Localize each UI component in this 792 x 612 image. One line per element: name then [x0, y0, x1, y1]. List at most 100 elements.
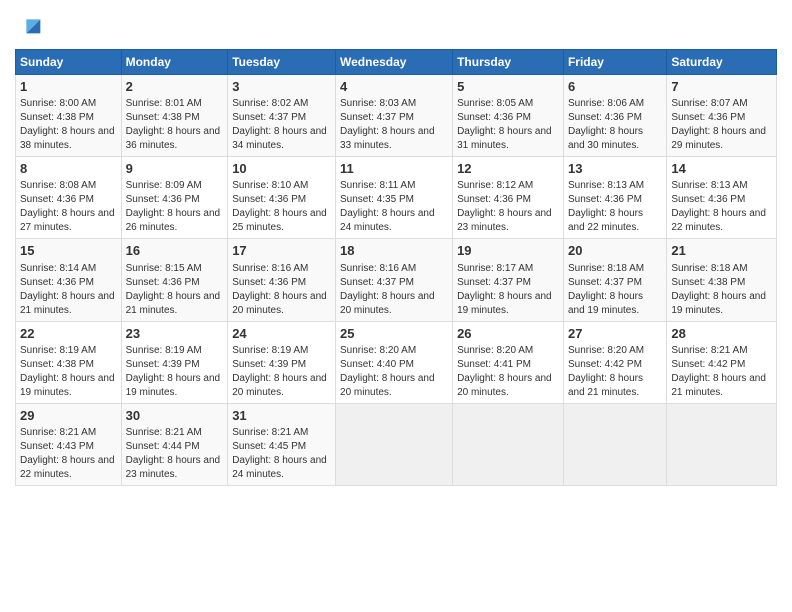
daylight-text: Daylight: 8 hours and 24 minutes. — [232, 455, 327, 480]
day-header-tuesday: Tuesday — [228, 50, 336, 75]
calendar-cell: 27Sunrise: 8:20 AMSunset: 4:42 PMDayligh… — [563, 321, 666, 403]
daylight-text: Daylight: 8 hours and 19 minutes. — [457, 291, 552, 316]
calendar-cell: 2Sunrise: 8:01 AMSunset: 4:38 PMDaylight… — [121, 75, 228, 157]
day-number: 7 — [671, 78, 772, 96]
sunrise-text: Sunrise: 8:15 AM — [126, 263, 202, 274]
sunrise-text: Sunrise: 8:11 AM — [340, 180, 415, 191]
calendar-cell: 10Sunrise: 8:10 AMSunset: 4:36 PMDayligh… — [228, 157, 336, 239]
daylight-text: Daylight: 8 hours and 36 minutes. — [126, 126, 221, 151]
calendar-cell: 21Sunrise: 8:18 AMSunset: 4:38 PMDayligh… — [667, 239, 777, 321]
calendar-cell: 24Sunrise: 8:19 AMSunset: 4:39 PMDayligh… — [228, 321, 336, 403]
calendar-cell: 11Sunrise: 8:11 AMSunset: 4:35 PMDayligh… — [336, 157, 453, 239]
calendar-cell — [667, 403, 777, 485]
sunset-text: Sunset: 4:36 PM — [126, 277, 200, 288]
sunset-text: Sunset: 4:37 PM — [340, 277, 414, 288]
sunrise-text: Sunrise: 8:06 AM — [568, 98, 644, 109]
sunrise-text: Sunrise: 8:10 AM — [232, 180, 308, 191]
daylight-text: Daylight: 8 hours and 26 minutes. — [126, 208, 221, 233]
day-number: 21 — [671, 242, 772, 260]
calendar-cell — [563, 403, 666, 485]
sunrise-text: Sunrise: 8:21 AM — [126, 427, 202, 438]
day-number: 29 — [20, 407, 117, 425]
daylight-text: Daylight: 8 hours and 20 minutes. — [340, 291, 435, 316]
calendar-table: SundayMondayTuesdayWednesdayThursdayFrid… — [15, 49, 777, 486]
sunset-text: Sunset: 4:40 PM — [340, 359, 414, 370]
daylight-text: Daylight: 8 hours and 24 minutes. — [340, 208, 435, 233]
day-number: 20 — [568, 242, 662, 260]
daylight-text: Daylight: 8 hours and 34 minutes. — [232, 126, 327, 151]
daylight-text: Daylight: 8 hours and 23 minutes. — [126, 455, 221, 480]
calendar-cell: 20Sunrise: 8:18 AMSunset: 4:37 PMDayligh… — [563, 239, 666, 321]
calendar-cell: 26Sunrise: 8:20 AMSunset: 4:41 PMDayligh… — [453, 321, 564, 403]
calendar-cell: 12Sunrise: 8:12 AMSunset: 4:36 PMDayligh… — [453, 157, 564, 239]
sunset-text: Sunset: 4:36 PM — [457, 112, 531, 123]
daylight-text: Daylight: 8 hours and 33 minutes. — [340, 126, 435, 151]
day-number: 13 — [568, 160, 662, 178]
sunrise-text: Sunrise: 8:12 AM — [457, 180, 533, 191]
calendar-week-3: 15Sunrise: 8:14 AMSunset: 4:36 PMDayligh… — [16, 239, 777, 321]
calendar-cell: 4Sunrise: 8:03 AMSunset: 4:37 PMDaylight… — [336, 75, 453, 157]
calendar-cell: 8Sunrise: 8:08 AMSunset: 4:36 PMDaylight… — [16, 157, 122, 239]
sunrise-text: Sunrise: 8:05 AM — [457, 98, 533, 109]
sunrise-text: Sunrise: 8:20 AM — [568, 345, 644, 356]
logo-icon — [17, 10, 45, 38]
sunset-text: Sunset: 4:36 PM — [671, 112, 745, 123]
day-header-monday: Monday — [121, 50, 228, 75]
calendar-cell: 25Sunrise: 8:20 AMSunset: 4:40 PMDayligh… — [336, 321, 453, 403]
sunset-text: Sunset: 4:37 PM — [232, 112, 306, 123]
daylight-text: Daylight: 8 hours and 21 minutes. — [671, 373, 766, 398]
day-number: 23 — [126, 325, 224, 343]
daylight-text: Daylight: 8 hours and 29 minutes. — [671, 126, 766, 151]
sunset-text: Sunset: 4:36 PM — [457, 194, 531, 205]
daylight-text: Daylight: 8 hours and 31 minutes. — [457, 126, 552, 151]
sunrise-text: Sunrise: 8:13 AM — [671, 180, 747, 191]
sunrise-text: Sunrise: 8:13 AM — [568, 180, 644, 191]
day-number: 30 — [126, 407, 224, 425]
calendar-week-1: 1 Sunrise: 8:00 AM Sunset: 4:38 PM Daylight… — [16, 75, 777, 157]
sunrise-text: Sunrise: 8:09 AM — [126, 180, 202, 191]
calendar-cell: 23Sunrise: 8:19 AMSunset: 4:39 PMDayligh… — [121, 321, 228, 403]
daylight-text: Daylight: 8 hours and 22 minutes. — [568, 208, 643, 233]
day-number: 2 — [126, 78, 224, 96]
sunrise-text: Sunrise: 8:20 AM — [457, 345, 533, 356]
day-header-saturday: Saturday — [667, 50, 777, 75]
sunset-text: Sunset: 4:37 PM — [457, 277, 531, 288]
calendar-cell: 1Sunrise: 8:00 AMSunset: 4:38 PMDaylight… — [16, 75, 122, 157]
day-number: 6 — [568, 78, 662, 96]
sunrise-text: Sunrise: 8:07 AM — [671, 98, 747, 109]
calendar-cell: 18Sunrise: 8:16 AMSunset: 4:37 PMDayligh… — [336, 239, 453, 321]
calendar-cell: 5 Sunrise: 8:05 AM Sunset: 4:36 PM Daylight… — [453, 75, 564, 157]
sunset-text: Sunset: 4:42 PM — [568, 359, 642, 370]
daylight-text: Daylight: 8 hours and 19 minutes. — [671, 291, 766, 316]
sunset-text: Sunset: 4:38 PM — [126, 112, 200, 123]
day-number: 15 — [20, 242, 117, 260]
daylight-text: Daylight: 8 hours and 20 minutes. — [340, 373, 435, 398]
header — [15, 10, 777, 43]
sunset-text: Sunset: 4:36 PM — [671, 194, 745, 205]
daylight-text: Daylight: 8 hours and 20 minutes. — [457, 373, 552, 398]
sunset-text: Sunset: 4:36 PM — [568, 112, 642, 123]
daylight-text: Daylight: 8 hours and 19 minutes. — [126, 373, 221, 398]
sunset-text: Sunset: 4:42 PM — [671, 359, 745, 370]
calendar-cell: 19Sunrise: 8:17 AMSunset: 4:37 PMDayligh… — [453, 239, 564, 321]
daylight-text: Daylight: 8 hours and 21 minutes. — [20, 291, 115, 316]
sunset-text: Sunset: 4:36 PM — [126, 194, 200, 205]
calendar-cell: 30Sunrise: 8:21 AMSunset: 4:44 PMDayligh… — [121, 403, 228, 485]
daylight-text: Daylight: 8 hours and 27 minutes. — [20, 208, 115, 233]
calendar-cell: 3Sunrise: 8:02 AMSunset: 4:37 PMDaylight… — [228, 75, 336, 157]
day-number: 14 — [671, 160, 772, 178]
sunrise-text: Sunrise: 8:00 AM — [20, 98, 96, 109]
day-number: 1 — [20, 78, 117, 96]
daylight-text: Daylight: 8 hours and 22 minutes. — [671, 208, 766, 233]
calendar-cell: 28Sunrise: 8:21 AMSunset: 4:42 PMDayligh… — [667, 321, 777, 403]
calendar-cell — [336, 403, 453, 485]
sunrise-text: Sunrise: 8:21 AM — [232, 427, 308, 438]
day-number: 4 — [340, 78, 448, 96]
day-number: 22 — [20, 325, 117, 343]
page-container: SundayMondayTuesdayWednesdayThursdayFrid… — [0, 0, 792, 496]
sunrise-text: Sunrise: 8:17 AM — [457, 263, 533, 274]
calendar-cell: 9Sunrise: 8:09 AMSunset: 4:36 PMDaylight… — [121, 157, 228, 239]
sunrise-text: Sunrise: 8:02 AM — [232, 98, 308, 109]
day-number: 5 — [457, 78, 559, 96]
sunrise-text: Sunrise: 8:08 AM — [20, 180, 96, 191]
